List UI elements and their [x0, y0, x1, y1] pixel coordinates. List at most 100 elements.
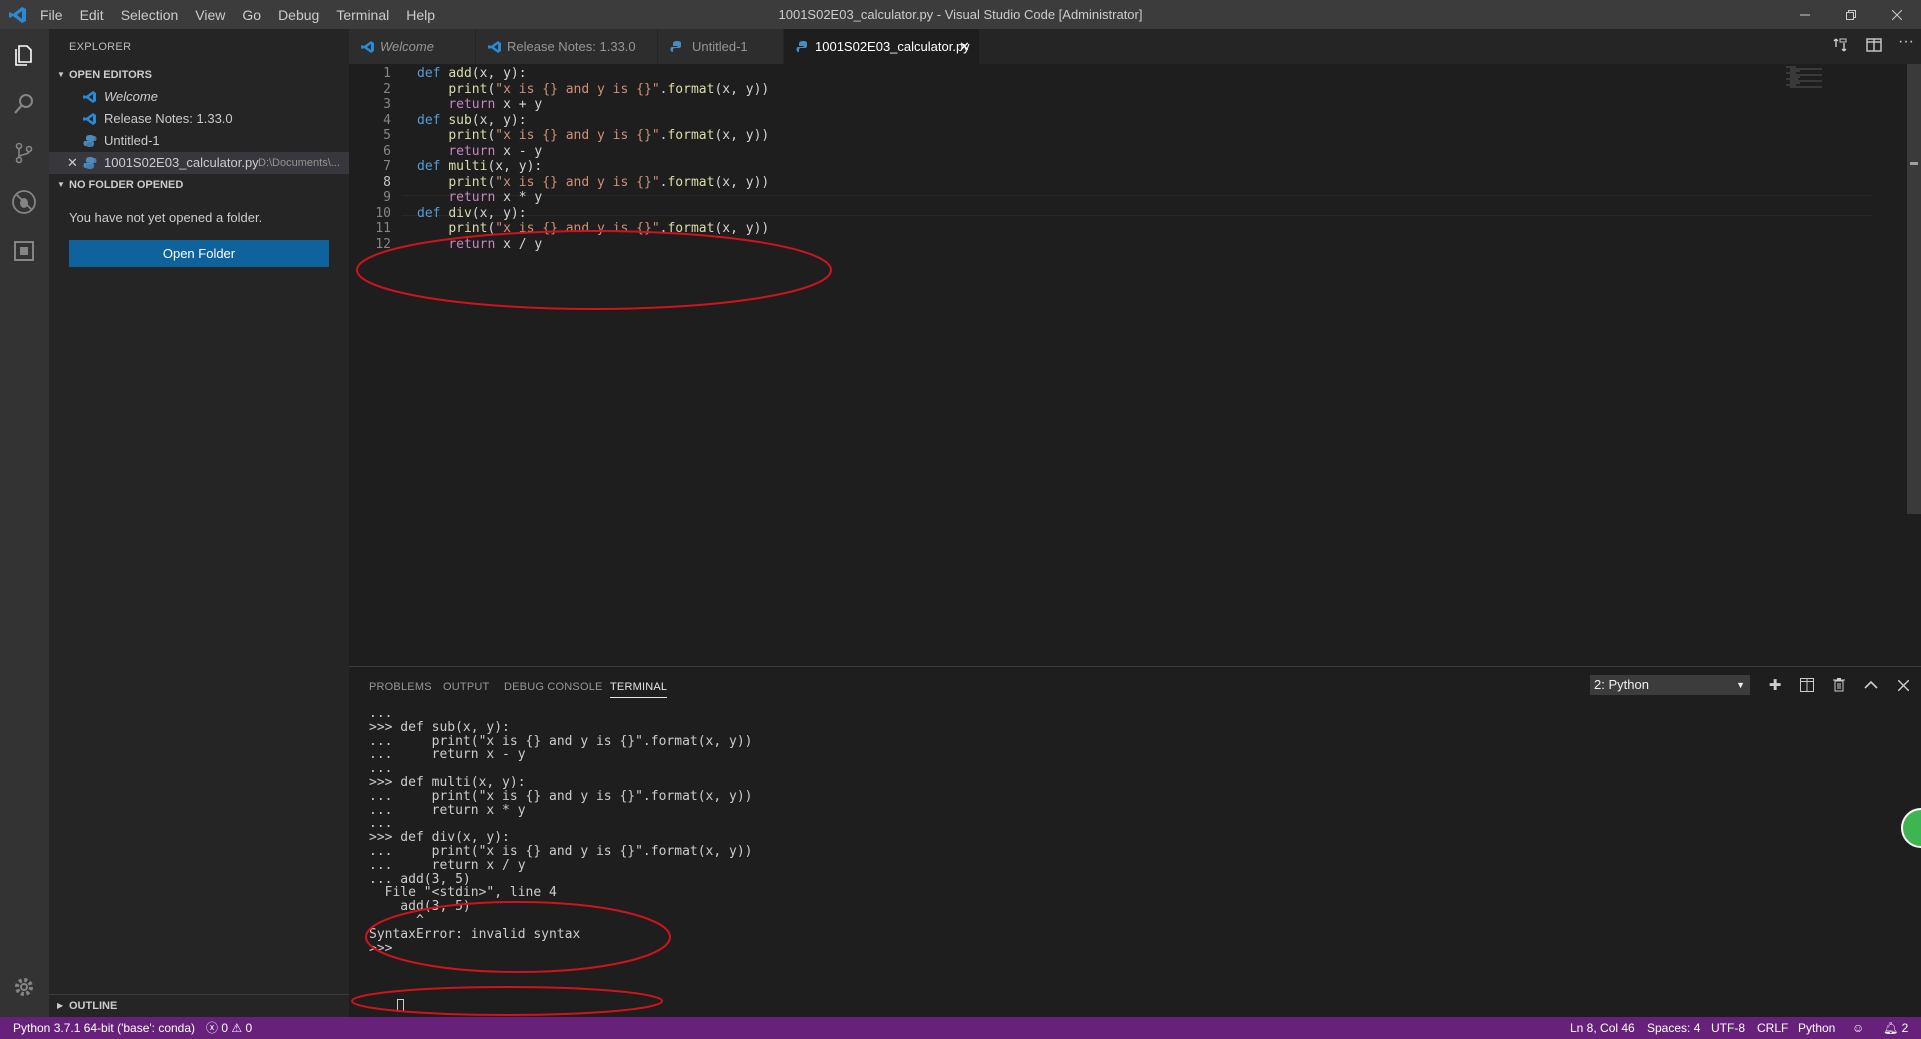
extensions-icon [14, 241, 34, 261]
split-editor-button[interactable] [1866, 37, 1886, 57]
split-icon [1800, 678, 1814, 692]
code-editor[interactable]: 1 def add(x, y): 2 print("x is {} and y is… [349, 64, 1921, 666]
minimize-button[interactable] [1782, 0, 1828, 29]
open-editors-header[interactable]: ▼ OPEN EDITORS [49, 64, 349, 86]
menu-go[interactable]: Go [242, 7, 261, 23]
restore-icon [1846, 9, 1856, 20]
tab-calculator[interactable]: 1001S02E03_calculator.py ✕ [784, 29, 979, 64]
code-line[interactable]: return x - y [417, 144, 542, 159]
code-line[interactable]: print("x is {} and y is {}".format(x, y)… [417, 175, 769, 190]
tab-label: Release Notes: 1.33.0 [507, 39, 636, 54]
terminal-line: ... add(3, 5) [369, 871, 471, 887]
line-number: 1 [383, 66, 391, 81]
menu-selection[interactable]: Selection [121, 7, 179, 23]
bell-icon: 🔔︎ [1883, 1021, 1899, 1035]
explorer-sidebar: EXPLORER ▼ OPEN EDITORS Welcome Release … [49, 29, 349, 1017]
problems-counter[interactable]: ⓧ 0 ⚠ 0 [206, 1017, 252, 1039]
terminal-line: ... return x * y [369, 802, 526, 818]
error-count: 0 [221, 1021, 229, 1035]
code-line[interactable]: return x * y [417, 190, 542, 205]
no-folder-header[interactable]: ▼ NO FOLDER OPENED [49, 174, 349, 196]
settings-activity-button[interactable] [10, 973, 38, 1001]
terminal-select[interactable]: 2: Python ▼ [1590, 675, 1750, 695]
panel-tab-output[interactable]: OUTPUT [443, 681, 489, 693]
open-editor-item-welcome[interactable]: Welcome [49, 86, 349, 108]
feedback-button[interactable]: ☺ [1852, 1017, 1864, 1039]
python-interpreter[interactable]: Python 3.7.1 64-bit ('base': conda) [13, 1017, 195, 1039]
open-editor-label: Release Notes: 1.33.0 [104, 111, 233, 126]
source-control-activity-button[interactable] [10, 139, 38, 167]
search-activity-button[interactable] [10, 90, 38, 118]
code-line[interactable]: print("x is {} and y is {}".format(x, y)… [417, 221, 769, 236]
close-panel-button[interactable] [1893, 675, 1913, 695]
open-editor-item-calculator[interactable]: ✕ 1001S02E03_calculator.py D:\Documents\… [49, 152, 349, 174]
code-line[interactable]: return x + y [417, 97, 542, 112]
terminal-line: ... [369, 816, 393, 832]
panel-tab-terminal[interactable]: TERMINAL [610, 681, 668, 698]
menu-file[interactable]: File [40, 7, 63, 23]
extensions-activity-button[interactable] [10, 237, 38, 265]
gear-icon [15, 978, 33, 996]
tab-untitled[interactable]: Untitled-1 [658, 29, 783, 64]
restore-button[interactable] [1828, 0, 1874, 29]
encoding[interactable]: UTF-8 [1711, 1017, 1745, 1039]
menu-terminal[interactable]: Terminal [336, 7, 389, 23]
panel-tab-problems[interactable]: PROBLEMS [369, 681, 432, 693]
split-terminal-button[interactable] [1797, 675, 1817, 695]
tab-label: Welcome [380, 39, 434, 54]
chevron-down-icon: ▼ [57, 180, 65, 189]
tab-release-notes[interactable]: Release Notes: 1.33.0 [476, 29, 657, 64]
terminal-line: add(3, 5) [369, 899, 471, 915]
code-line[interactable]: def div(x, y): [417, 206, 527, 221]
line-number: 2 [383, 81, 391, 97]
warning-icon: ⚠ [231, 1021, 243, 1035]
new-terminal-button[interactable]: ✚ [1765, 675, 1785, 695]
terminal-line: >>> [369, 940, 401, 956]
line-ending[interactable]: CRLF [1757, 1017, 1788, 1039]
terminal-line: ... print("x is {} and y is {}".format(x… [369, 788, 753, 804]
code-line[interactable]: return x / y [417, 237, 542, 252]
code-line[interactable]: def add(x, y): [417, 66, 527, 81]
close-icon[interactable]: ✕ [959, 29, 970, 64]
debug-activity-button[interactable] [10, 188, 38, 216]
kill-terminal-button[interactable] [1829, 675, 1849, 695]
vscode-logo-icon [9, 7, 26, 23]
close-window-button[interactable] [1874, 0, 1920, 29]
close-icon[interactable]: ✕ [67, 152, 78, 174]
menu-edit[interactable]: Edit [80, 7, 104, 23]
language-mode[interactable]: Python [1798, 1017, 1835, 1039]
cursor-position[interactable]: Ln 8, Col 46 [1570, 1017, 1635, 1039]
outline-header[interactable]: ▶ OUTLINE [49, 994, 349, 1017]
notifications-button[interactable]: 🔔︎ 2 [1883, 1017, 1908, 1039]
maximize-panel-button[interactable] [1861, 675, 1881, 695]
menu-help[interactable]: Help [406, 7, 435, 23]
editor-scrollbar[interactable] [1907, 64, 1921, 514]
indentation[interactable]: Spaces: 4 [1647, 1017, 1700, 1039]
floating-badge[interactable] [1901, 808, 1921, 848]
compare-button[interactable] [1832, 37, 1852, 57]
vscode-icon [361, 41, 374, 53]
terminal-select-value: 2: Python [1594, 677, 1649, 692]
open-editor-item-release-notes[interactable]: Release Notes: 1.33.0 [49, 108, 349, 130]
code-line[interactable]: def multi(x, y): [417, 159, 542, 174]
line-number: 9 [383, 190, 391, 205]
terminal-line: ... print("x is {} and y is {}".format(x… [369, 733, 753, 749]
menu-debug[interactable]: Debug [278, 7, 319, 23]
tab-welcome[interactable]: Welcome [349, 29, 475, 64]
line-number: 6 [383, 143, 391, 159]
minimap[interactable] [1786, 66, 1826, 88]
code-line[interactable]: def sub(x, y): [417, 113, 527, 128]
code-line[interactable]: print("x is {} and y is {}".format(x, y)… [417, 128, 769, 143]
terminal-line: ... [369, 761, 393, 777]
chevron-up-icon [1864, 680, 1878, 689]
menu-view[interactable]: View [195, 7, 225, 23]
panel-tab-debug-console[interactable]: DEBUG CONSOLE [504, 681, 603, 693]
source-control-icon [15, 142, 33, 164]
open-editor-item-untitled[interactable]: Untitled-1 [49, 130, 349, 152]
debug-icon [12, 190, 36, 214]
explorer-activity-button[interactable] [10, 41, 38, 69]
code-line[interactable]: print("x is {} and y is {}".format(x, y)… [417, 82, 769, 97]
more-actions-button[interactable]: ··· [1898, 33, 1918, 53]
open-folder-button[interactable]: Open Folder [69, 240, 329, 267]
close-icon [1897, 679, 1909, 691]
